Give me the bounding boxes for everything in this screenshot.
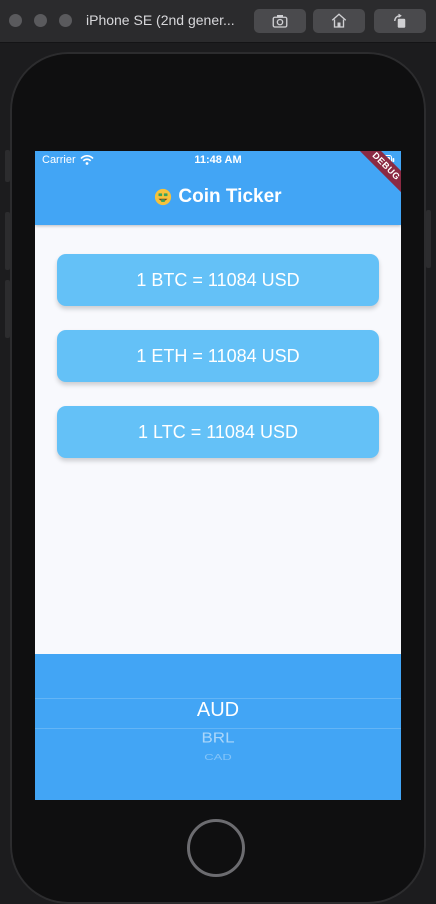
- money-mouth-face-icon: [155, 188, 172, 206]
- picker-item-selected[interactable]: AUD: [35, 699, 401, 722]
- picker-item[interactable]: CAD: [35, 753, 401, 762]
- rate-label: 1 BTC = 11084 USD: [136, 269, 300, 290]
- minimize-window-icon[interactable]: [34, 14, 47, 27]
- status-time: 11:48 AM: [194, 154, 242, 166]
- mute-switch[interactable]: [5, 150, 10, 182]
- rate-label: 1 LTC = 11084 USD: [138, 421, 298, 442]
- status-bar: Carrier 11:48 AM: [35, 151, 401, 171]
- rotate-icon: [394, 13, 406, 28]
- rate-card-ltc: 1 LTC = 11084 USD: [57, 406, 379, 458]
- screenshot-button[interactable]: [254, 9, 306, 33]
- currency-picker[interactable]: AUD BRL CAD: [35, 654, 401, 800]
- home-icon: [331, 13, 347, 28]
- volume-up-button[interactable]: [5, 212, 10, 270]
- zoom-window-icon[interactable]: [59, 14, 72, 27]
- rate-label: 1 ETH = 11084 USD: [136, 345, 300, 366]
- rotate-button[interactable]: [374, 9, 426, 33]
- app-title: Coin Ticker: [35, 186, 401, 208]
- simulator-title: iPhone SE (2nd gener...: [86, 12, 235, 28]
- app-screen: Carrier 11:48 AM Coin Ticker DEBUG 1 BTC…: [35, 151, 401, 800]
- rate-card-btc: 1 BTC = 11084 USD: [57, 254, 379, 306]
- camera-icon: [272, 15, 288, 28]
- app-title-text: Coin Ticker: [178, 186, 282, 207]
- home-toolbar-button[interactable]: [313, 9, 365, 33]
- home-button[interactable]: [187, 819, 245, 877]
- simulator-toolbar: iPhone SE (2nd gener...: [0, 0, 436, 43]
- volume-down-button[interactable]: [5, 280, 10, 338]
- close-window-icon[interactable]: [9, 14, 22, 27]
- picker-item[interactable]: BRL: [35, 730, 401, 747]
- app-bar: Carrier 11:48 AM Coin Ticker: [35, 151, 401, 225]
- power-button[interactable]: [426, 210, 431, 268]
- rate-card-eth: 1 ETH = 11084 USD: [57, 330, 379, 382]
